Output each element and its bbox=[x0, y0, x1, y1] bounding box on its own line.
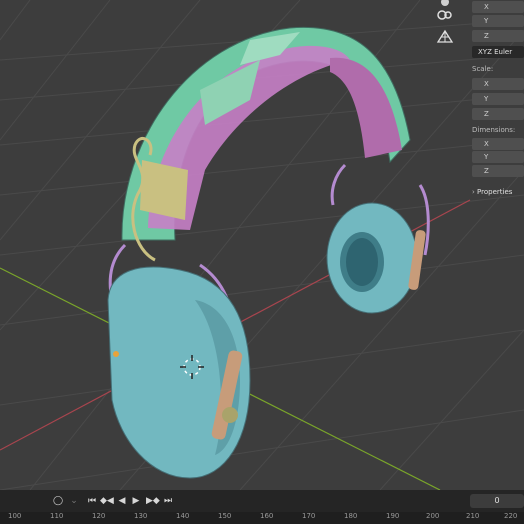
axis-label: Z bbox=[484, 167, 489, 175]
ruler-tick: 220 bbox=[504, 512, 518, 520]
ruler-tick: 110 bbox=[50, 512, 64, 520]
rotation-y-field[interactable]: Y bbox=[472, 15, 524, 27]
jump-start-icon[interactable]: ⏮ bbox=[86, 494, 98, 508]
next-keyframe-icon[interactable]: ▶◆ bbox=[146, 494, 160, 508]
rotation-x-field[interactable]: X bbox=[472, 1, 524, 13]
dimension-z-field[interactable]: Z bbox=[472, 165, 524, 177]
chevron-down-icon[interactable]: ⌄ bbox=[68, 494, 80, 508]
axis-label: Z bbox=[484, 32, 489, 40]
current-frame-field[interactable]: 0 bbox=[470, 494, 524, 508]
ruler-tick: 160 bbox=[260, 512, 274, 520]
left-earcup bbox=[107, 243, 251, 479]
rotation-z-field[interactable]: Z bbox=[472, 30, 524, 42]
viewport-scene bbox=[0, 0, 524, 490]
right-earcup bbox=[326, 163, 430, 314]
prev-keyframe-icon[interactable]: ◆◀ bbox=[100, 494, 114, 508]
rotation-mode-value: XYZ Euler bbox=[478, 48, 513, 56]
axis-label: Y bbox=[484, 17, 489, 25]
ruler-tick: 100 bbox=[8, 512, 22, 520]
grid-view-icon[interactable] bbox=[434, 28, 456, 46]
3d-viewport[interactable]: X Y Z XYZ Euler Scale: X Y Z Dimensions:… bbox=[0, 0, 524, 490]
scale-label: Scale: bbox=[472, 65, 494, 73]
dimension-x-field[interactable]: X bbox=[472, 138, 524, 150]
play-icon[interactable]: ▶ bbox=[130, 494, 142, 508]
jump-end-icon[interactable]: ⏭ bbox=[162, 494, 174, 508]
dimensions-label: Dimensions: bbox=[472, 126, 516, 134]
ruler-tick: 200 bbox=[426, 512, 440, 520]
properties-panel-header[interactable]: › Properties bbox=[472, 188, 524, 200]
play-reverse-icon[interactable]: ◀ bbox=[116, 494, 128, 508]
properties-label: Properties bbox=[477, 188, 513, 196]
scale-x-field[interactable]: X bbox=[472, 78, 524, 90]
axis-label: Z bbox=[484, 110, 489, 118]
scale-z-field[interactable]: Z bbox=[472, 108, 524, 120]
axis-label: Y bbox=[484, 153, 489, 161]
ruler-tick: 130 bbox=[134, 512, 148, 520]
axis-label: X bbox=[484, 3, 489, 11]
sidebar-panel: X Y Z XYZ Euler Scale: X Y Z Dimensions:… bbox=[468, 0, 524, 210]
rotation-mode-select[interactable]: XYZ Euler bbox=[472, 46, 524, 58]
ruler-tick: 190 bbox=[386, 512, 400, 520]
camera-view-icon[interactable] bbox=[434, 6, 456, 24]
axis-label: X bbox=[484, 80, 489, 88]
timeline-editor: ◯ ⌄ ⏮ ◆◀ ◀ ▶ ▶◆ ⏭ 0 100 110 120 130 140 … bbox=[0, 490, 524, 524]
ruler-tick: 210 bbox=[466, 512, 480, 520]
scale-y-field[interactable]: Y bbox=[472, 93, 524, 105]
ruler-tick: 120 bbox=[92, 512, 106, 520]
frame-ruler[interactable]: 100 110 120 130 140 150 160 170 180 190 … bbox=[0, 512, 524, 524]
dimension-y-field[interactable]: Y bbox=[472, 151, 524, 163]
ruler-tick: 180 bbox=[344, 512, 358, 520]
axis-label: Y bbox=[484, 95, 489, 103]
ruler-tick: 140 bbox=[176, 512, 190, 520]
ruler-tick: 170 bbox=[302, 512, 316, 520]
record-icon[interactable]: ◯ bbox=[52, 494, 64, 508]
ruler-tick: 150 bbox=[218, 512, 232, 520]
chevron-right-icon: › bbox=[472, 188, 475, 196]
playback-controls: ◯ ⌄ ⏮ ◆◀ ◀ ▶ ▶◆ ⏭ 0 bbox=[0, 490, 524, 512]
axis-label: X bbox=[484, 140, 489, 148]
